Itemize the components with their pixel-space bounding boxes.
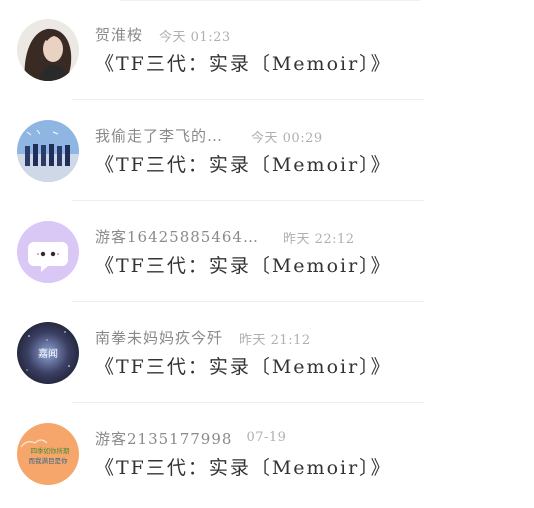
comment-list: 贺淮桉 今天 01:23 《TF三代：实录〔Memoir〕》 我偷走了李飞的… 今天… — [0, 0, 534, 508]
username[interactable]: 游客2135177998 — [95, 428, 232, 449]
timestamp: 今天 00:29 — [251, 131, 323, 146]
timestamp: 今天 01:23 — [159, 30, 231, 45]
timestamp: 昨天 22:12 — [282, 232, 355, 247]
chat-bubble-icon — [17, 221, 79, 283]
avatar-caption-line2: 而我满目是你 — [29, 456, 69, 465]
avatar[interactable] — [17, 19, 79, 81]
list-item[interactable]: 贺淮桉 今天 01:23 《TF三代：实录〔Memoir〕》 — [0, 0, 534, 100]
list-item[interactable]: 游客1642588546​4… 昨天 22:12 《TF三代：实录〔Memoir〕… — [0, 202, 534, 302]
username[interactable]: 我偷走了李飞的… — [95, 125, 223, 146]
item-meta: 南拳未妈妈疚今歼 昨天 21:12 — [95, 327, 311, 349]
timestamp: 昨天 21:12 — [239, 333, 311, 348]
row-divider — [72, 200, 424, 201]
list-item[interactable]: 四季如你所期 而我满目是你 游客2135177998 07-19 《TF三代：实录… — [0, 404, 534, 504]
book-title[interactable]: 《TF三代：实录〔Memoir〕》 — [95, 49, 392, 76]
list-item[interactable]: 嘉闻 南拳未妈妈疚今歼 昨天 21:12 《TF三代：实录〔Memoir〕》 — [0, 303, 534, 403]
book-title[interactable]: 《TF三代：实录〔Memoir〕》 — [95, 251, 392, 278]
row-divider — [72, 402, 424, 403]
timestamp: 07-19 — [246, 430, 287, 445]
item-meta: 游客2135177998 07-19 — [95, 428, 286, 450]
item-meta: 游客1642588546​4… 昨天 22:12 — [95, 226, 355, 248]
avatar[interactable] — [17, 221, 79, 283]
book-title[interactable]: 《TF三代：实录〔Memoir〕》 — [95, 453, 392, 480]
avatar[interactable]: 四季如你所期 而我满目是你 — [17, 423, 79, 485]
book-title[interactable]: 《TF三代：实录〔Memoir〕》 — [95, 150, 392, 177]
avatar[interactable]: 嘉闻 — [17, 322, 79, 384]
avatar-orange-text-icon: 四季如你所期 而我满目是你 — [17, 423, 79, 485]
row-divider — [72, 99, 424, 100]
username[interactable]: 南拳未妈妈疚今歼 — [95, 327, 223, 348]
avatar-woman-dark-hair-icon — [17, 19, 79, 81]
book-title[interactable]: 《TF三代：实录〔Memoir〕》 — [95, 352, 392, 379]
avatar[interactable] — [17, 120, 79, 182]
list-item[interactable]: 我偷走了李飞的… 今天 00:29 《TF三代：实录〔Memoir〕》 — [0, 101, 534, 201]
row-divider — [72, 301, 424, 302]
avatar-caption: 嘉闻 — [38, 347, 58, 360]
username[interactable]: 游客1642588546​4… — [95, 226, 259, 247]
item-meta: 贺淮桉 今天 01:23 — [95, 24, 231, 46]
avatar-group-sky-icon — [17, 120, 79, 182]
avatar-caption-line1: 四季如你所期 — [31, 446, 71, 455]
item-meta: 我偷走了李飞的… 今天 00:29 — [95, 125, 323, 147]
avatar-galaxy-icon: 嘉闻 — [17, 322, 79, 384]
username[interactable]: 贺淮桉 — [95, 24, 143, 45]
